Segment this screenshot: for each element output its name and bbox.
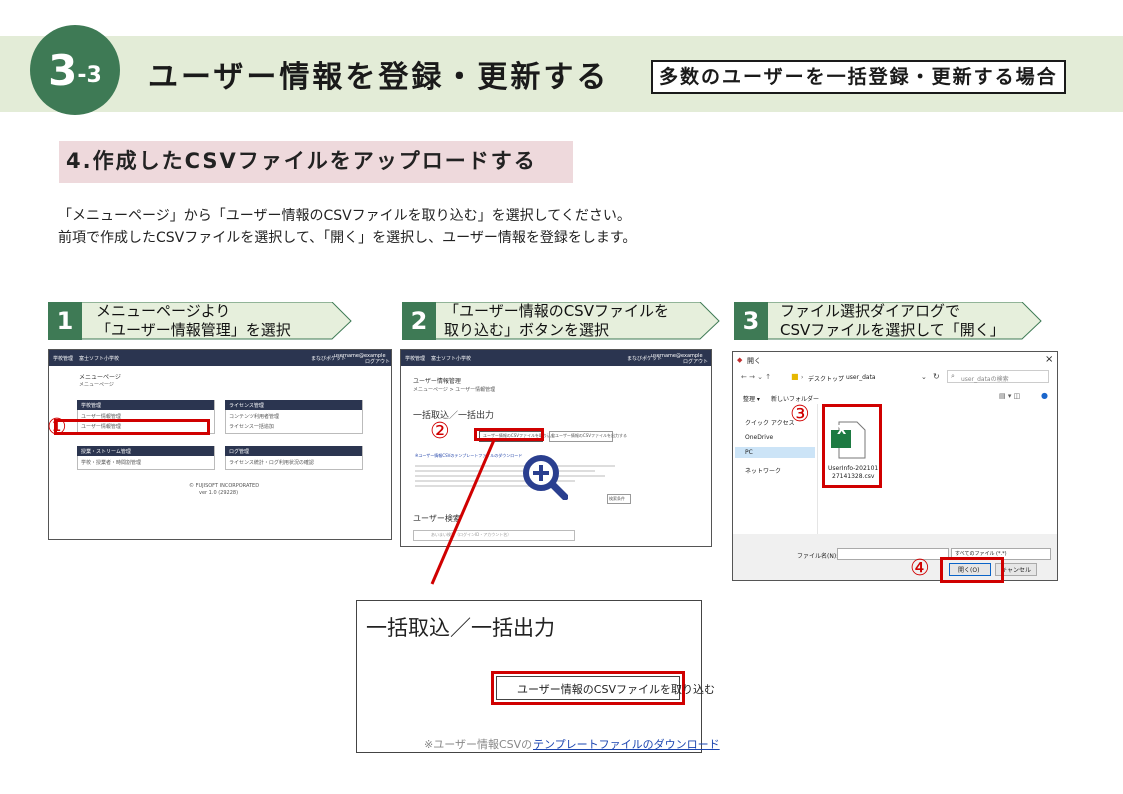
marker-1: ① <box>47 415 67 440</box>
refresh-icon[interactable]: ↻ <box>933 372 940 381</box>
breadcrumb: メニューページ > ユーザー情報管理 <box>413 387 496 393</box>
marker-3: ③ <box>790 402 810 427</box>
bulk-section-heading: 一括取込／一括出力 <box>413 411 495 421</box>
card1-title: 学校管理 <box>81 403 102 409</box>
description-line-1: 「メニューページ」から「ユーザー情報のCSVファイルを取り込む」を選択してくださ… <box>58 208 631 224</box>
badge-subnumber: -3 <box>77 62 102 88</box>
card4-item-1[interactable]: ライセンス統計・ログ利用状況の確認 <box>229 459 314 466</box>
step-3-line-2: CSVファイルを選択して「開く」 <box>780 321 1005 339</box>
zoom-import-button-label: ユーザー情報のCSVファイルを取り込む <box>517 683 715 696</box>
page-heading: ユーザー情報管理 <box>413 378 461 385</box>
organize-menu[interactable]: 整理 ▾ <box>743 394 760 403</box>
step-2-line-2: 取り込む」ボタンを選択 <box>444 321 610 339</box>
small-action-label: 検索条件 <box>609 496 625 501</box>
school-name: 富士ソフト小学校 <box>79 356 120 362</box>
folder-icon: ■ <box>791 372 799 381</box>
nav-quick-access[interactable]: クイック アクセス <box>745 418 795 427</box>
callout-line <box>430 439 496 585</box>
step-1-line-1: メニューページより <box>96 302 231 320</box>
subtitle-tag: 多数のユーザーを一括登録・更新する場合 <box>651 60 1066 94</box>
logout-link[interactable]: ログアウト <box>365 358 390 365</box>
nav-pc: PC <box>745 449 753 456</box>
path-dropdown-icon[interactable]: ⌄ <box>921 373 927 381</box>
app-title: 学校管理 <box>405 356 426 362</box>
marker-4: ④ <box>910 556 930 581</box>
school-name: 富士ソフト小学校 <box>431 356 472 362</box>
highlight-csv-file <box>822 404 882 488</box>
step-3-line-1: ファイル選択ダイアログで <box>780 302 961 320</box>
dialog-title: 開く <box>747 357 761 365</box>
step-1-line-2: 「ユーザー情報管理」を選択 <box>96 321 291 339</box>
chapter-badge: 3 -3 <box>30 25 120 115</box>
badge-number: 3 <box>48 45 78 95</box>
view-options-icon[interactable]: ▤ ▾ ◫ <box>999 392 1020 400</box>
card2-item-1[interactable]: コンテンツ利用者管理 <box>229 413 279 420</box>
magnifier-icon <box>523 455 568 500</box>
card2-item-2[interactable]: ライセンス一括追加 <box>229 423 274 430</box>
step-2-line-1: 「ユーザー情報のCSVファイルを <box>444 302 669 320</box>
path-separator-2: › <box>839 374 842 381</box>
highlight-user-info-management <box>54 419 210 435</box>
screenshot-file-dialog: ◆ 開く × ← → ⌄ ↑ ■ › デスクトップ › user_data ⌄ … <box>732 351 1058 581</box>
search-placeholder: user_dataの検索 <box>961 376 1009 383</box>
card3-title: 授業・ストリーム管理 <box>81 449 131 455</box>
card3-item-1[interactable]: 学校・授業者・時間割管理 <box>81 459 141 466</box>
filename-label: ファイル名(N): <box>797 553 839 560</box>
path-user-data[interactable]: user_data <box>846 374 876 381</box>
search-icon: ⌕ <box>951 372 955 380</box>
menu-title: メニューページ <box>79 374 121 381</box>
dialog-app-icon: ◆ <box>737 356 743 364</box>
help-icon[interactable]: ● <box>1041 391 1048 400</box>
zoom-note-prefix: ※ユーザー情報CSVの <box>424 738 533 751</box>
zoom-template-link[interactable]: テンプレートファイルのダウンロード <box>533 736 720 752</box>
nav-onedrive[interactable]: OneDrive <box>745 434 773 441</box>
card4-title: ログ管理 <box>229 449 250 455</box>
footer-version: ver 1.0 (29228) <box>199 490 239 496</box>
step-1-number: 1 <box>48 302 82 340</box>
step-2-number: 2 <box>402 302 436 340</box>
export-csv-button-label: 全ユーザー情報のCSVファイルを出力する <box>551 433 627 438</box>
close-icon[interactable]: × <box>1045 354 1053 365</box>
card2-title: ライセンス管理 <box>229 403 264 409</box>
dialog-titlebar <box>733 352 1057 368</box>
logout-link[interactable]: ログアウト <box>683 358 708 365</box>
cancel-button-label: キャンセル <box>1001 567 1032 574</box>
nav-arrows-icon[interactable]: ← → ⌄ ↑ <box>741 373 771 381</box>
filetype-value: すべてのファイル (*.*) <box>955 551 1007 557</box>
section-title: 4.作成したCSVファイルをアップロードする <box>66 149 537 173</box>
path-separator: › <box>801 374 804 381</box>
highlight-open-button <box>940 557 1004 583</box>
page-title: ユーザー情報を登録・更新する <box>148 60 610 95</box>
zoom-heading: 一括取込／一括出力 <box>366 616 555 640</box>
menu-breadcrumb: メニューページ <box>79 382 114 388</box>
screenshot-menu-page: 学校管理 富士ソフト小学校 まなびポケット username@example ロ… <box>48 349 392 540</box>
filename-input[interactable] <box>837 548 949 560</box>
footer-copyright: © FUJISOFT INCORPORATED <box>189 483 260 489</box>
app-title: 学校管理 <box>53 356 74 362</box>
nav-network[interactable]: ネットワーク <box>745 466 781 475</box>
description-line-2: 前項で作成したCSVファイルを選択して、「開く」を選択し、ユーザー情報を登録をし… <box>58 230 637 246</box>
step-3-number: 3 <box>734 302 768 340</box>
